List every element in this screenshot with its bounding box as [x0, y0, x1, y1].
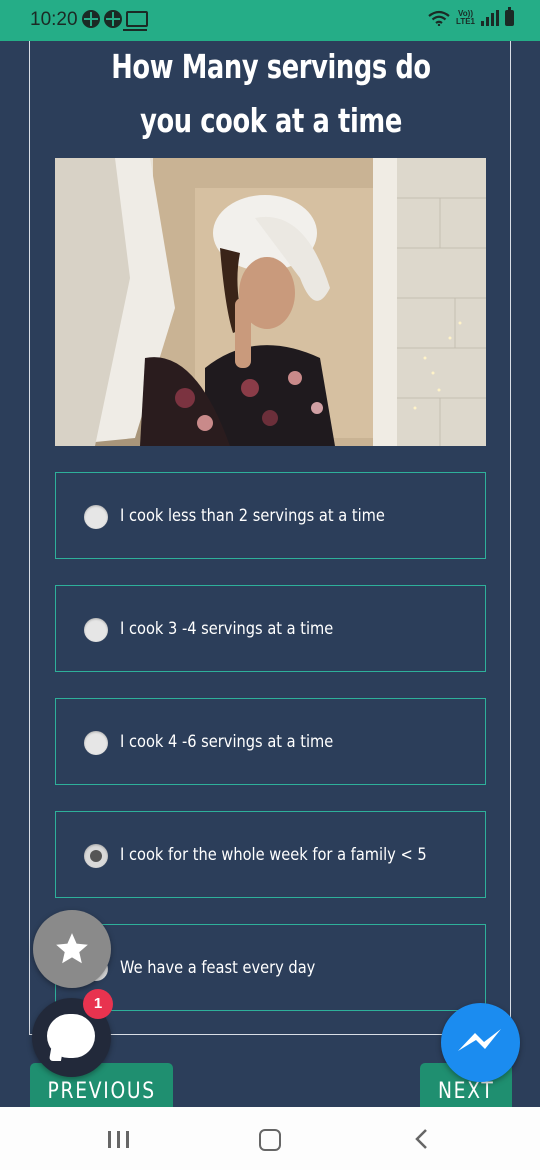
status-system-icons: Vo)) LTE1 [428, 7, 514, 26]
chat-notification-badge: 1 [83, 989, 113, 1019]
radio-button[interactable] [84, 505, 108, 529]
messenger-icon [458, 1029, 501, 1051]
recents-icon[interactable] [108, 1131, 129, 1148]
home-icon[interactable] [259, 1129, 281, 1151]
radio-button-selected[interactable] [84, 844, 108, 868]
laptop-icon [123, 11, 148, 31]
status-app-icon [104, 10, 122, 28]
status-app-icon [82, 10, 100, 28]
volte-bottom: LTE1 [456, 17, 475, 26]
option-4-6[interactable]: I cook 4 -6 servings at a time [55, 698, 486, 785]
status-time: 10:20 [30, 9, 78, 30]
question-image [55, 158, 486, 446]
system-navigation-bar [0, 1107, 540, 1170]
signal-icon [481, 10, 499, 26]
option-whole-week[interactable]: I cook for the whole week for a family <… [55, 811, 486, 898]
radio-button[interactable] [84, 618, 108, 642]
star-icon [56, 933, 88, 964]
option-label: I cook for the whole week for a family <… [120, 845, 427, 865]
favorite-button[interactable] [33, 910, 111, 988]
radio-button[interactable] [84, 731, 108, 755]
option-label: I cook 4 -6 servings at a time [120, 732, 334, 752]
option-label: We have a feast every day [120, 958, 316, 978]
wifi-icon [428, 10, 450, 26]
option-less-than-2[interactable]: I cook less than 2 servings at a time [55, 472, 486, 559]
woman-mirror-photo [55, 158, 486, 446]
option-3-4[interactable]: I cook 3 -4 servings at a time [55, 585, 486, 672]
status-bar: 10:20 Vo)) LTE1 [0, 0, 540, 41]
chat-icon [47, 1014, 95, 1058]
question-title: How Many servings do you cook at a time [111, 47, 431, 140]
option-feast[interactable]: We have a feast every day [55, 924, 486, 1011]
status-notification-icons [82, 10, 148, 31]
volte-indicator: Vo)) LTE1 [456, 10, 475, 26]
back-icon[interactable] [414, 1128, 430, 1150]
battery-icon [505, 7, 514, 26]
option-label: I cook 3 -4 servings at a time [120, 619, 334, 639]
messenger-button[interactable] [441, 1003, 520, 1082]
option-label: I cook less than 2 servings at a time [120, 506, 385, 526]
